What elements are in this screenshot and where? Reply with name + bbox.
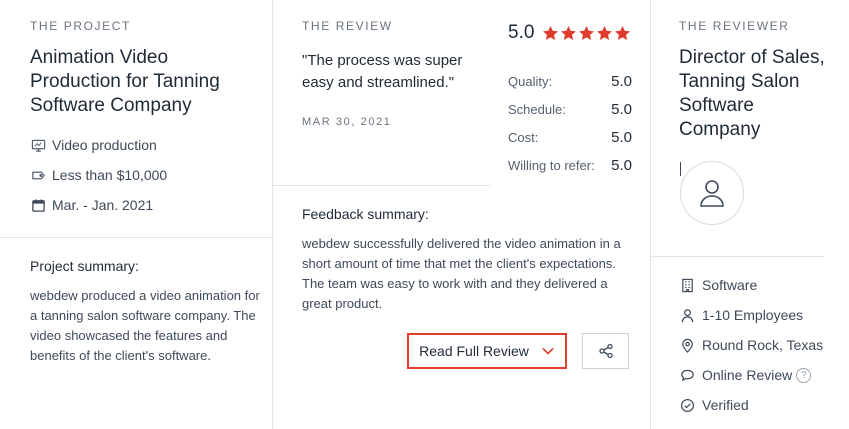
price-tag-icon: [30, 167, 46, 183]
calendar-icon: [30, 197, 46, 213]
user-icon: [696, 177, 728, 209]
score-quality: Quality: 5.0: [508, 73, 632, 90]
score-cost: Cost: 5.0: [508, 129, 632, 146]
read-full-review-button[interactable]: Read Full Review: [407, 333, 567, 369]
chevron-down-icon: [541, 344, 555, 358]
review-date: MAR 30, 2021: [302, 116, 392, 128]
feedback-summary-label: Feedback summary:: [302, 206, 429, 222]
star-icon: [561, 25, 577, 40]
star-icon: [543, 25, 559, 40]
score-refer-value: 5.0: [611, 157, 632, 174]
review-quote: "The process was super easy and streamli…: [302, 52, 463, 91]
reviewer-review-source: Online Review ?: [679, 367, 812, 383]
score-schedule-value: 5.0: [611, 101, 632, 118]
project-summary-label: Project summary:: [30, 258, 139, 274]
star-icon: [597, 25, 613, 40]
star-icon: [579, 25, 595, 40]
project-service: Video production: [30, 137, 157, 153]
reviewer-review-source-text: Online Review: [702, 367, 793, 383]
feedback-summary-text: webdew successfully delivered the video …: [302, 236, 621, 311]
divider-project-summary: [0, 237, 272, 238]
project-budget-text: Less than $10,000: [52, 167, 168, 183]
score-quality-label: Quality:: [508, 74, 553, 89]
divider-review-feedback: [272, 185, 491, 186]
score-cost-label: Cost:: [508, 130, 539, 145]
project-eyebrow: THE PROJECT: [30, 19, 131, 33]
reviewer-title: Director of Sales, Tanning Salon Softwar…: [679, 47, 825, 140]
divider-review-reviewer: [650, 0, 651, 429]
score-refer: Willing to refer: 5.0: [508, 157, 632, 174]
location-pin-icon: [679, 337, 695, 353]
reviewer-industry-text: Software: [702, 277, 758, 293]
reviewer-location-text: Round Rock, Texas: [702, 337, 824, 353]
score-quality-value: 5.0: [611, 73, 632, 90]
reviewer-company-size: 1-10 Employees: [679, 307, 803, 323]
reviewer-location: Round Rock, Texas: [679, 337, 823, 353]
help-icon[interactable]: ?: [796, 367, 812, 383]
reviewer-verified-text: Verified: [702, 397, 749, 413]
reviewer-verified: Verified: [679, 397, 749, 413]
project-dates: Mar. - Jan. 2021: [30, 197, 153, 213]
project-dates-text: Mar. - Jan. 2021: [52, 197, 154, 213]
reviewer-industry: Software: [679, 277, 757, 293]
monitor-icon: [30, 137, 46, 153]
read-full-review-label: Read Full Review: [419, 343, 529, 359]
score-schedule-label: Schedule:: [508, 102, 566, 117]
divider-reviewer-details: [650, 256, 824, 257]
chat-bubble-icon: [679, 367, 695, 383]
reviewer-company-size-text: 1-10 Employees: [702, 307, 804, 323]
score-schedule: Schedule: 5.0: [508, 101, 632, 118]
score-cost-value: 5.0: [611, 129, 632, 146]
project-title: Animation Video Production for Tanning S…: [30, 47, 220, 116]
review-eyebrow: THE REVIEW: [302, 19, 393, 33]
overall-rating: 5.0: [508, 22, 631, 44]
overall-rating-value: 5.0: [508, 22, 535, 43]
project-budget: Less than $10,000: [30, 167, 167, 183]
project-summary-text: webdew produced a video animation for a …: [30, 288, 260, 363]
divider-project-review: [272, 0, 273, 429]
star-icon: [615, 25, 631, 40]
check-circle-icon: [679, 397, 695, 413]
score-refer-label: Willing to refer:: [508, 158, 595, 173]
project-service-text: Video production: [52, 137, 157, 153]
share-button[interactable]: [582, 333, 629, 369]
share-icon: [598, 343, 614, 359]
reviewer-eyebrow: THE REVIEWER: [679, 19, 790, 33]
text-cursor: [680, 162, 681, 176]
user-icon: [679, 307, 695, 323]
avatar: [680, 161, 744, 225]
building-icon: [679, 277, 695, 293]
star-rating: [542, 25, 631, 42]
